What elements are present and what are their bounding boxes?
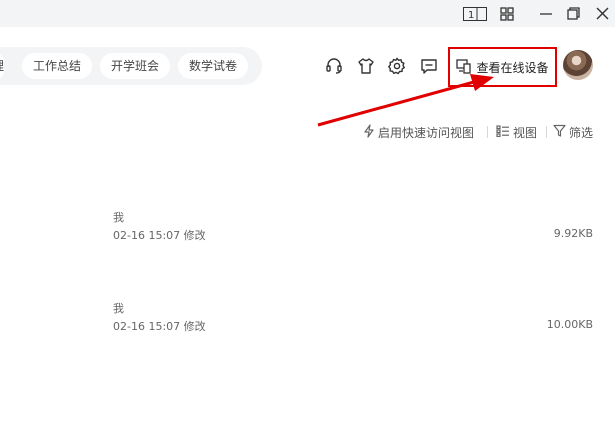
filter-icon xyxy=(553,124,566,140)
view-online-devices-button[interactable]: 查看在线设备 xyxy=(448,47,557,87)
tshirt-icon[interactable] xyxy=(355,55,377,77)
quick-access-label: 启用快速访问视图 xyxy=(378,125,475,140)
headset-icon[interactable] xyxy=(323,55,345,77)
lightning-icon xyxy=(363,123,375,141)
view-label: 视图 xyxy=(513,125,538,140)
tag-item[interactable]: 开学班会 xyxy=(100,53,171,79)
gear-icon[interactable] xyxy=(386,55,408,77)
file-size: 10.00KB xyxy=(546,318,593,331)
view-toggle[interactable]: 视图 xyxy=(496,123,537,141)
minimize-icon[interactable] xyxy=(537,0,555,27)
close-icon[interactable] xyxy=(594,0,610,27)
file-row[interactable]: 我 02-16 15:07 修改 9.92KB xyxy=(0,205,615,265)
file-modified: 02-16 15:07 修改 xyxy=(113,229,206,242)
filter-toggle[interactable]: 筛选 xyxy=(553,123,593,141)
tag-item[interactable]: 理 xyxy=(0,53,4,79)
list-view-icon xyxy=(496,124,510,140)
quick-access-toggle[interactable]: 启用快速访问视图 xyxy=(363,123,474,141)
restore-icon[interactable] xyxy=(564,0,582,27)
file-owner: 我 xyxy=(113,302,124,315)
message-icon[interactable] xyxy=(418,55,440,77)
layout-toggle-label: 1 xyxy=(468,10,474,21)
layout-toggle-icon[interactable]: 1 xyxy=(462,0,488,27)
devices-icon xyxy=(456,58,472,77)
filter-label: 筛选 xyxy=(569,125,594,140)
toolbar-divider xyxy=(487,126,488,138)
tag-item[interactable]: 数学试卷 xyxy=(178,53,249,79)
toolbar-divider xyxy=(546,126,547,138)
avatar[interactable] xyxy=(563,50,593,80)
file-row[interactable]: 我 02-16 15:07 修改 10.00KB xyxy=(0,296,615,356)
grid-apps-icon[interactable] xyxy=(499,0,515,27)
title-bar: 1 xyxy=(0,0,615,27)
view-online-devices-label: 查看在线设备 xyxy=(476,60,549,75)
file-modified: 02-16 15:07 修改 xyxy=(113,320,206,333)
tag-item[interactable]: 工作总结 xyxy=(22,53,93,79)
file-owner: 我 xyxy=(113,211,124,224)
file-size: 9.92KB xyxy=(553,227,593,240)
